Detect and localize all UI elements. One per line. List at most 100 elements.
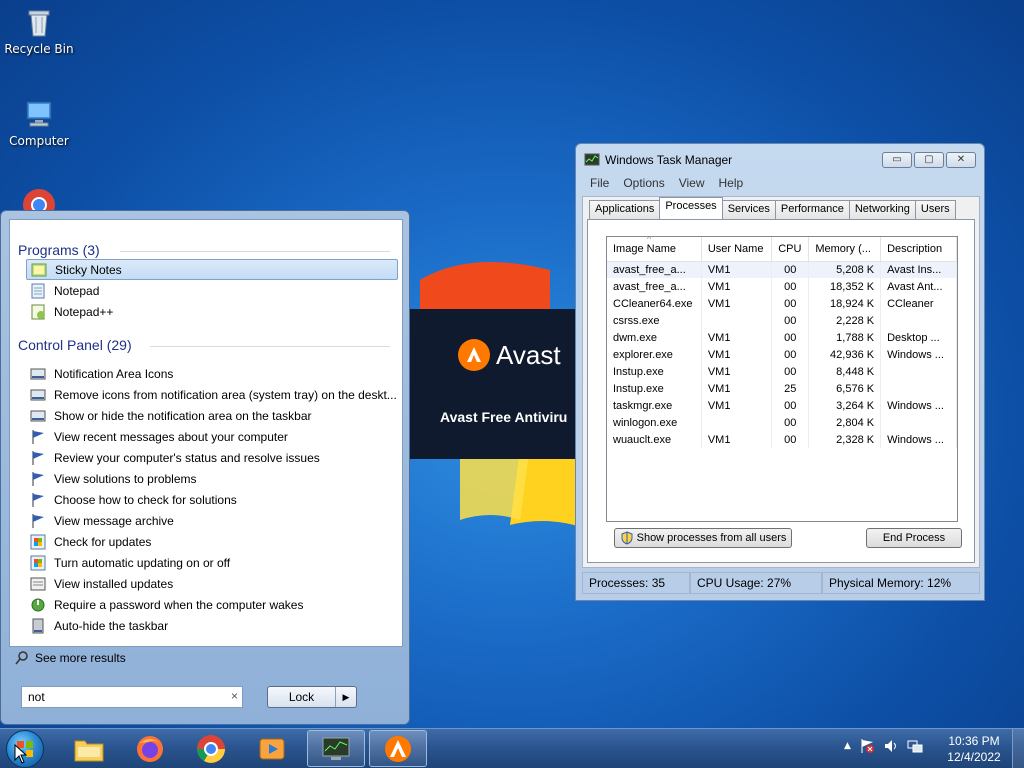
cell-cpu: 00 [771, 397, 810, 414]
table-row[interactable]: avast_free_a... VM1 00 18,352 K Avast An… [607, 278, 957, 295]
table-row[interactable]: explorer.exe VM1 00 42,936 K Windows ... [607, 346, 957, 363]
task-manager-title-bar[interactable]: Windows Task Manager [584, 152, 732, 168]
result-auto-hide-taskbar[interactable]: Auto-hide the taskbar [26, 615, 398, 636]
menu-help[interactable]: Help [719, 176, 744, 194]
minimize-button[interactable]: ▭ [882, 152, 912, 168]
sort-indicator-icon: ^ [647, 236, 652, 244]
result-label: Check for updates [54, 534, 152, 549]
result-notepad-plus-plus[interactable]: Notepad++ [26, 301, 398, 322]
show-desktop-button[interactable] [1012, 729, 1024, 768]
shutdown-options-arrow-icon[interactable]: ▶ [336, 687, 356, 707]
window-controls: ▭ ▢ ✕ [882, 152, 976, 168]
cell-image-name: dwm.exe [607, 329, 702, 346]
show-all-processes-button[interactable]: Show processes from all users [614, 528, 792, 548]
chrome-desktop-icon[interactable] [22, 188, 56, 212]
taskbar-media-player-button[interactable] [243, 730, 301, 767]
start-results-panel: Programs (3) Sticky Notes Notepad Notepa… [9, 219, 403, 647]
close-button[interactable]: ✕ [946, 152, 976, 168]
table-row[interactable]: CCleaner64.exe VM1 00 18,924 K CCleaner [607, 295, 957, 312]
result-remove-notification-icons[interactable]: Remove icons from notification area (sys… [26, 384, 398, 405]
result-automatic-updating[interactable]: Turn automatic updating on or off [26, 552, 398, 573]
taskbar-clock[interactable]: 10:36 PM 12/4/2022 [944, 733, 1004, 765]
table-row[interactable]: dwm.exe VM1 00 1,788 K Desktop ... [607, 329, 957, 346]
result-installed-updates[interactable]: View installed updates [26, 573, 398, 594]
result-check-updates[interactable]: Check for updates [26, 531, 398, 552]
result-notification-area-icons[interactable]: Notification Area Icons [26, 363, 398, 384]
table-row[interactable]: winlogon.exe 00 2,804 K [607, 414, 957, 431]
menu-view[interactable]: View [679, 176, 705, 194]
cell-memory: 8,448 K [808, 363, 882, 380]
cell-memory: 5,208 K [808, 261, 882, 278]
result-label: Remove icons from notification area (sys… [54, 387, 397, 402]
action-center-alert-icon[interactable] [859, 738, 875, 754]
result-require-password[interactable]: Require a password when the computer wak… [26, 594, 398, 615]
tab-users[interactable]: Users [914, 200, 956, 219]
table-row[interactable]: csrss.exe 00 2,228 K [607, 312, 957, 329]
result-sticky-notes[interactable]: Sticky Notes [26, 259, 398, 280]
result-label: Notepad [54, 283, 100, 298]
cell-description: Windows ... [880, 431, 957, 448]
task-manager-body: Applications Processes Services Performa… [582, 196, 980, 568]
cell-cpu: 00 [771, 346, 810, 363]
table-row[interactable]: taskmgr.exe VM1 00 3,264 K Windows ... [607, 397, 957, 414]
result-show-hide-notification-area[interactable]: Show or hide the notification area on th… [26, 405, 398, 426]
tab-applications[interactable]: Applications [589, 200, 661, 219]
avast-logo: Avast [458, 339, 561, 371]
show-hidden-icons-button[interactable]: ▲ [844, 741, 851, 751]
result-view-solutions[interactable]: View solutions to problems [26, 468, 398, 489]
table-row[interactable]: wuauclt.exe VM1 00 2,328 K Windows ... [607, 431, 957, 448]
cell-description: CCleaner [880, 295, 957, 312]
desktop-icon-computer[interactable]: Computer [4, 98, 74, 148]
cell-description: Windows ... [880, 346, 957, 363]
volume-icon[interactable] [883, 738, 899, 754]
control-panel-count: (29) [106, 337, 132, 353]
column-cpu[interactable]: CPU [771, 237, 810, 262]
column-description[interactable]: Description [880, 237, 957, 262]
start-search-input[interactable]: not × [21, 686, 243, 708]
desktop-icon-recycle-bin[interactable]: Recycle Bin [4, 6, 74, 56]
avast-splash-window: Avast Avast Free Antiviru [410, 309, 585, 459]
see-more-label: See more results [35, 651, 126, 665]
cell-cpu: 25 [771, 380, 810, 397]
table-row[interactable]: Instup.exe VM1 25 6,576 K [607, 380, 957, 397]
cell-description: Avast Ins... [880, 261, 957, 278]
tab-processes[interactable]: Processes [659, 197, 723, 219]
tab-performance[interactable]: Performance [774, 200, 850, 219]
cell-cpu: 00 [771, 278, 810, 295]
see-more-results-link[interactable]: See more results [15, 651, 126, 665]
firefox-icon [137, 735, 163, 762]
table-row[interactable]: avast_free_a... VM1 00 5,208 K Avast Ins… [607, 261, 957, 278]
taskbar-task-manager-button[interactable] [307, 730, 365, 767]
menu-options[interactable]: Options [623, 176, 664, 194]
end-process-button[interactable]: End Process [866, 528, 962, 548]
result-check-solutions[interactable]: Choose how to check for solutions [26, 489, 398, 510]
result-review-status[interactable]: Review your computer's status and resolv… [26, 447, 398, 468]
taskbar-chrome-button[interactable] [182, 730, 240, 767]
table-row[interactable]: Instup.exe VM1 00 8,448 K [607, 363, 957, 380]
column-memory[interactable]: Memory (... [808, 237, 882, 262]
result-label: Notification Area Icons [54, 366, 174, 381]
cell-user-name: VM1 [701, 346, 773, 363]
result-label: Require a password when the computer wak… [54, 597, 304, 612]
taskbar-avast-button[interactable] [369, 730, 427, 767]
result-message-archive[interactable]: View message archive [26, 510, 398, 531]
avast-brand: Avast [496, 339, 561, 370]
column-image-name[interactable]: ^ Image Name [607, 236, 702, 262]
taskbar-firefox-button[interactable] [121, 730, 179, 767]
cell-image-name: winlogon.exe [607, 414, 702, 431]
tab-services[interactable]: Services [721, 200, 776, 219]
process-table: ^ Image Name User Name CPU Memory (... D… [607, 237, 957, 448]
column-user-name[interactable]: User Name [701, 237, 773, 262]
cell-image-name: explorer.exe [607, 346, 702, 363]
network-icon[interactable] [907, 738, 923, 754]
clear-search-icon[interactable]: × [231, 689, 238, 703]
process-list[interactable]: ^ Image Name User Name CPU Memory (... D… [606, 236, 958, 522]
result-notepad[interactable]: Notepad [26, 280, 398, 301]
menu-file[interactable]: File [590, 176, 609, 194]
tab-networking[interactable]: Networking [848, 200, 916, 219]
maximize-button[interactable]: ▢ [914, 152, 944, 168]
result-view-recent-messages[interactable]: View recent messages about your computer [26, 426, 398, 447]
cell-memory: 2,328 K [808, 431, 882, 448]
taskbar-explorer-button[interactable] [60, 730, 118, 767]
lock-button[interactable]: Lock ▶ [267, 686, 357, 708]
